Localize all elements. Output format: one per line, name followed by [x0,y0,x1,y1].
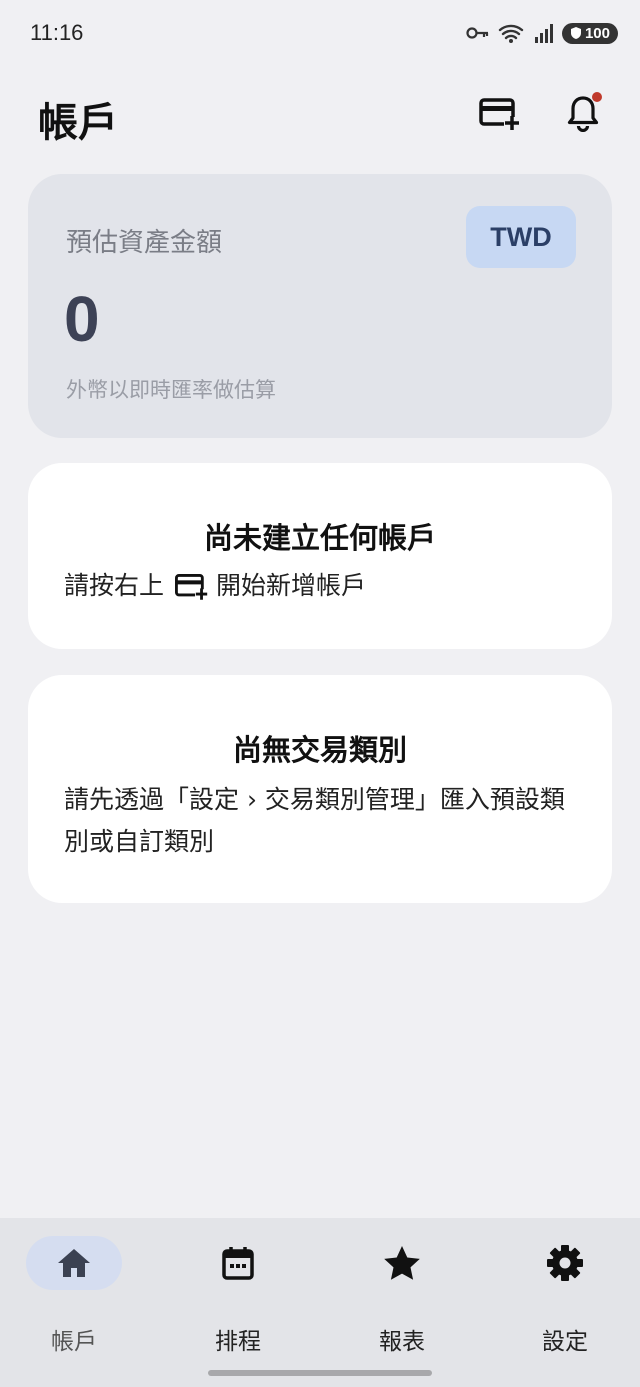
nav-label-schedule: 排程 [215,1329,261,1355]
nav-item-reports[interactable]: 報表 [322,1236,482,1355]
empty-categories-body: 請先透過「設定 › 交易類別管理」匯入預設類別或自訂類別 [64,785,565,856]
currency-chip[interactable]: TWD [466,206,576,268]
status-bar: 11:16 100 [0,0,640,68]
signal-icon [534,24,553,43]
empty-categories-card: 尚無交易類別 請先透過「設定 › 交易類別管理」匯入預設類別或自訂類別 [28,675,612,903]
vpn-key-icon [466,27,489,39]
add-account-button[interactable] [476,90,522,136]
empty-accounts-prefix: 請按右上 [64,571,165,600]
nav-label-reports: 報表 [379,1329,425,1355]
asset-summary-card: 預估資產金額 TWD 0 外幣以即時匯率做估算 [28,174,612,438]
gear-icon [547,1245,583,1281]
status-icons: 100 [466,22,618,44]
home-indicator[interactable] [208,1370,432,1376]
nav-label-settings: 設定 [542,1329,588,1355]
asset-value: 0 [64,283,100,355]
shield-icon [570,27,581,39]
bottom-navigation: 帳戶 排程 報表 設定 [0,1218,640,1387]
nav-item-schedule[interactable]: 排程 [158,1236,318,1355]
notifications-button[interactable] [560,90,606,136]
empty-accounts-suffix: 開始新增帳戶 [216,571,367,600]
card-plus-icon [479,98,520,131]
nav-item-accounts[interactable]: 帳戶 [0,1236,154,1355]
calendar-icon [222,1247,254,1280]
star-icon [384,1246,420,1280]
home-icon [58,1249,90,1277]
asset-label: 預估資產金額 [66,228,223,258]
battery-indicator: 100 [561,22,618,44]
nav-label-accounts: 帳戶 [51,1329,97,1355]
wifi-icon [498,24,524,43]
empty-accounts-title: 尚未建立任何帳戶 [203,521,436,555]
notification-dot [592,92,602,102]
nav-icon-wrap [190,1236,286,1290]
nav-icon-wrap [26,1236,122,1290]
page-header: 帳戶 [0,80,640,150]
card-plus-icon [174,571,209,601]
empty-accounts-body: 請按右上 開始新增帳戶 [64,565,576,607]
page-title: 帳戶 [38,100,118,146]
battery-level: 100 [584,24,610,42]
empty-accounts-card: 尚未建立任何帳戶 請按右上 開始新增帳戶 [28,463,612,649]
nav-item-settings[interactable]: 設定 [485,1236,640,1355]
status-time: 11:16 [30,20,84,45]
asset-note: 外幣以即時匯率做估算 [66,378,276,402]
nav-icon-wrap [354,1236,450,1290]
empty-categories-title: 尚無交易類別 [232,733,407,767]
nav-icon-wrap [517,1236,613,1290]
